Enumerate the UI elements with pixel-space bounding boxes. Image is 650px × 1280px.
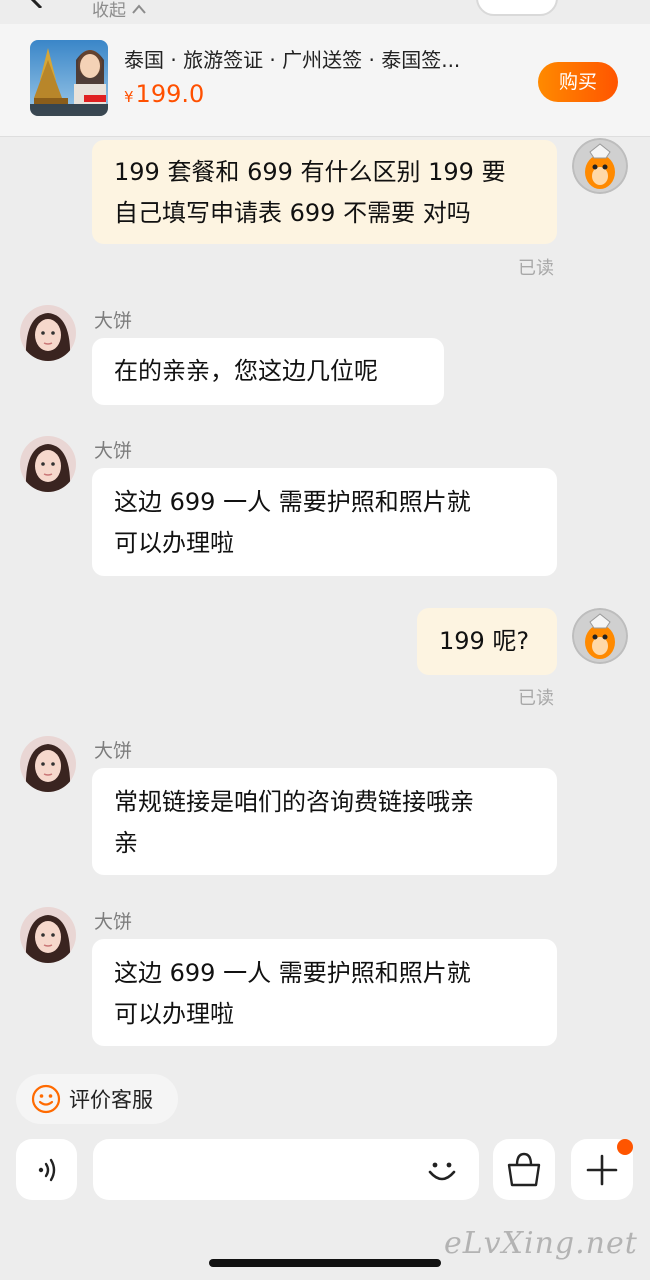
smiley-icon [31,1084,61,1114]
user-avatar[interactable] [572,138,628,194]
rate-service-button[interactable]: 评价客服 [16,1074,178,1124]
voice-button[interactable] [16,1139,77,1200]
sender-name: 大饼 [94,440,133,462]
message-line: 199 呢? [439,627,530,655]
agent-avatar[interactable] [20,436,76,492]
shopping-bag-icon [507,1152,541,1187]
message-line: 亲 [114,829,138,857]
product-card[interactable]: 泰国 · 旅游签证 · 广州送签 · 泰国签... ¥199.0 购买 [0,24,650,137]
agent-avatar[interactable] [20,305,76,361]
read-status: 已读 [518,688,554,709]
agent-avatar[interactable] [20,736,76,792]
product-thumbnail[interactable] [30,40,108,116]
message-input[interactable] [93,1139,479,1200]
chat-bubble-outgoing[interactable]: 199 套餐和 699 有什么区别 199 要 自己填写申请表 699 不需要 … [92,140,557,244]
buy-button[interactable]: 购买 [538,62,618,102]
chat-bubble-incoming[interactable]: 常规链接是咱们的咨询费链接哦亲 亲 [92,768,557,875]
rate-service-label: 评价客服 [69,1088,153,1112]
message-line: 在的亲亲，您这边几位呢 [114,357,378,385]
chat-bubble-incoming[interactable]: 这边 699 一人 需要护照和照片就 可以办理啦 [92,939,557,1046]
price-value: 199.0 [135,80,205,108]
shopping-bag-button[interactable] [493,1139,555,1200]
temple-image-icon [30,40,108,116]
read-status: 已读 [518,258,554,279]
user-avatar[interactable] [572,608,628,664]
collapse-button[interactable]: 收起 [92,0,146,21]
sender-name: 大饼 [94,310,133,332]
chevron-up-icon [132,3,146,14]
product-title[interactable]: 泰国 · 旅游签证 · 广州送签 · 泰国签... [124,44,524,73]
top-bar: 收起 [0,0,650,24]
currency-symbol: ¥ [124,88,134,106]
message-line: 这边 699 一人 需要护照和照片就 [114,959,471,987]
product-price: ¥199.0 [124,80,204,108]
message-line: 这边 699 一人 需要护照和照片就 [114,488,471,516]
message-line: 可以办理啦 [114,1000,234,1028]
collapse-label: 收起 [92,1,126,21]
follow-button[interactable] [476,0,558,16]
message-line: 199 套餐和 699 有什么区别 199 要 [114,158,506,186]
emoji-icon[interactable] [424,1152,460,1188]
message-line: 常规链接是咱们的咨询费链接哦亲 [114,788,474,816]
voice-icon [38,1158,56,1182]
chat-bubble-outgoing[interactable]: 199 呢? [417,608,557,675]
chat-bubble-incoming[interactable]: 这边 699 一人 需要护照和照片就 可以办理啦 [92,468,557,576]
sender-name: 大饼 [94,740,133,762]
chat-bubble-incoming[interactable]: 在的亲亲，您这边几位呢 [92,338,444,405]
home-indicator [209,1259,441,1267]
sender-name: 大饼 [94,911,133,933]
agent-avatar[interactable] [20,907,76,963]
message-line: 可以办理啦 [114,529,234,557]
notification-dot [617,1139,633,1155]
message-line: 自己填写申请表 699 不需要 对吗 [114,199,471,227]
back-arrow-icon[interactable] [28,0,46,8]
watermark: eLvXing.net [444,1226,638,1261]
